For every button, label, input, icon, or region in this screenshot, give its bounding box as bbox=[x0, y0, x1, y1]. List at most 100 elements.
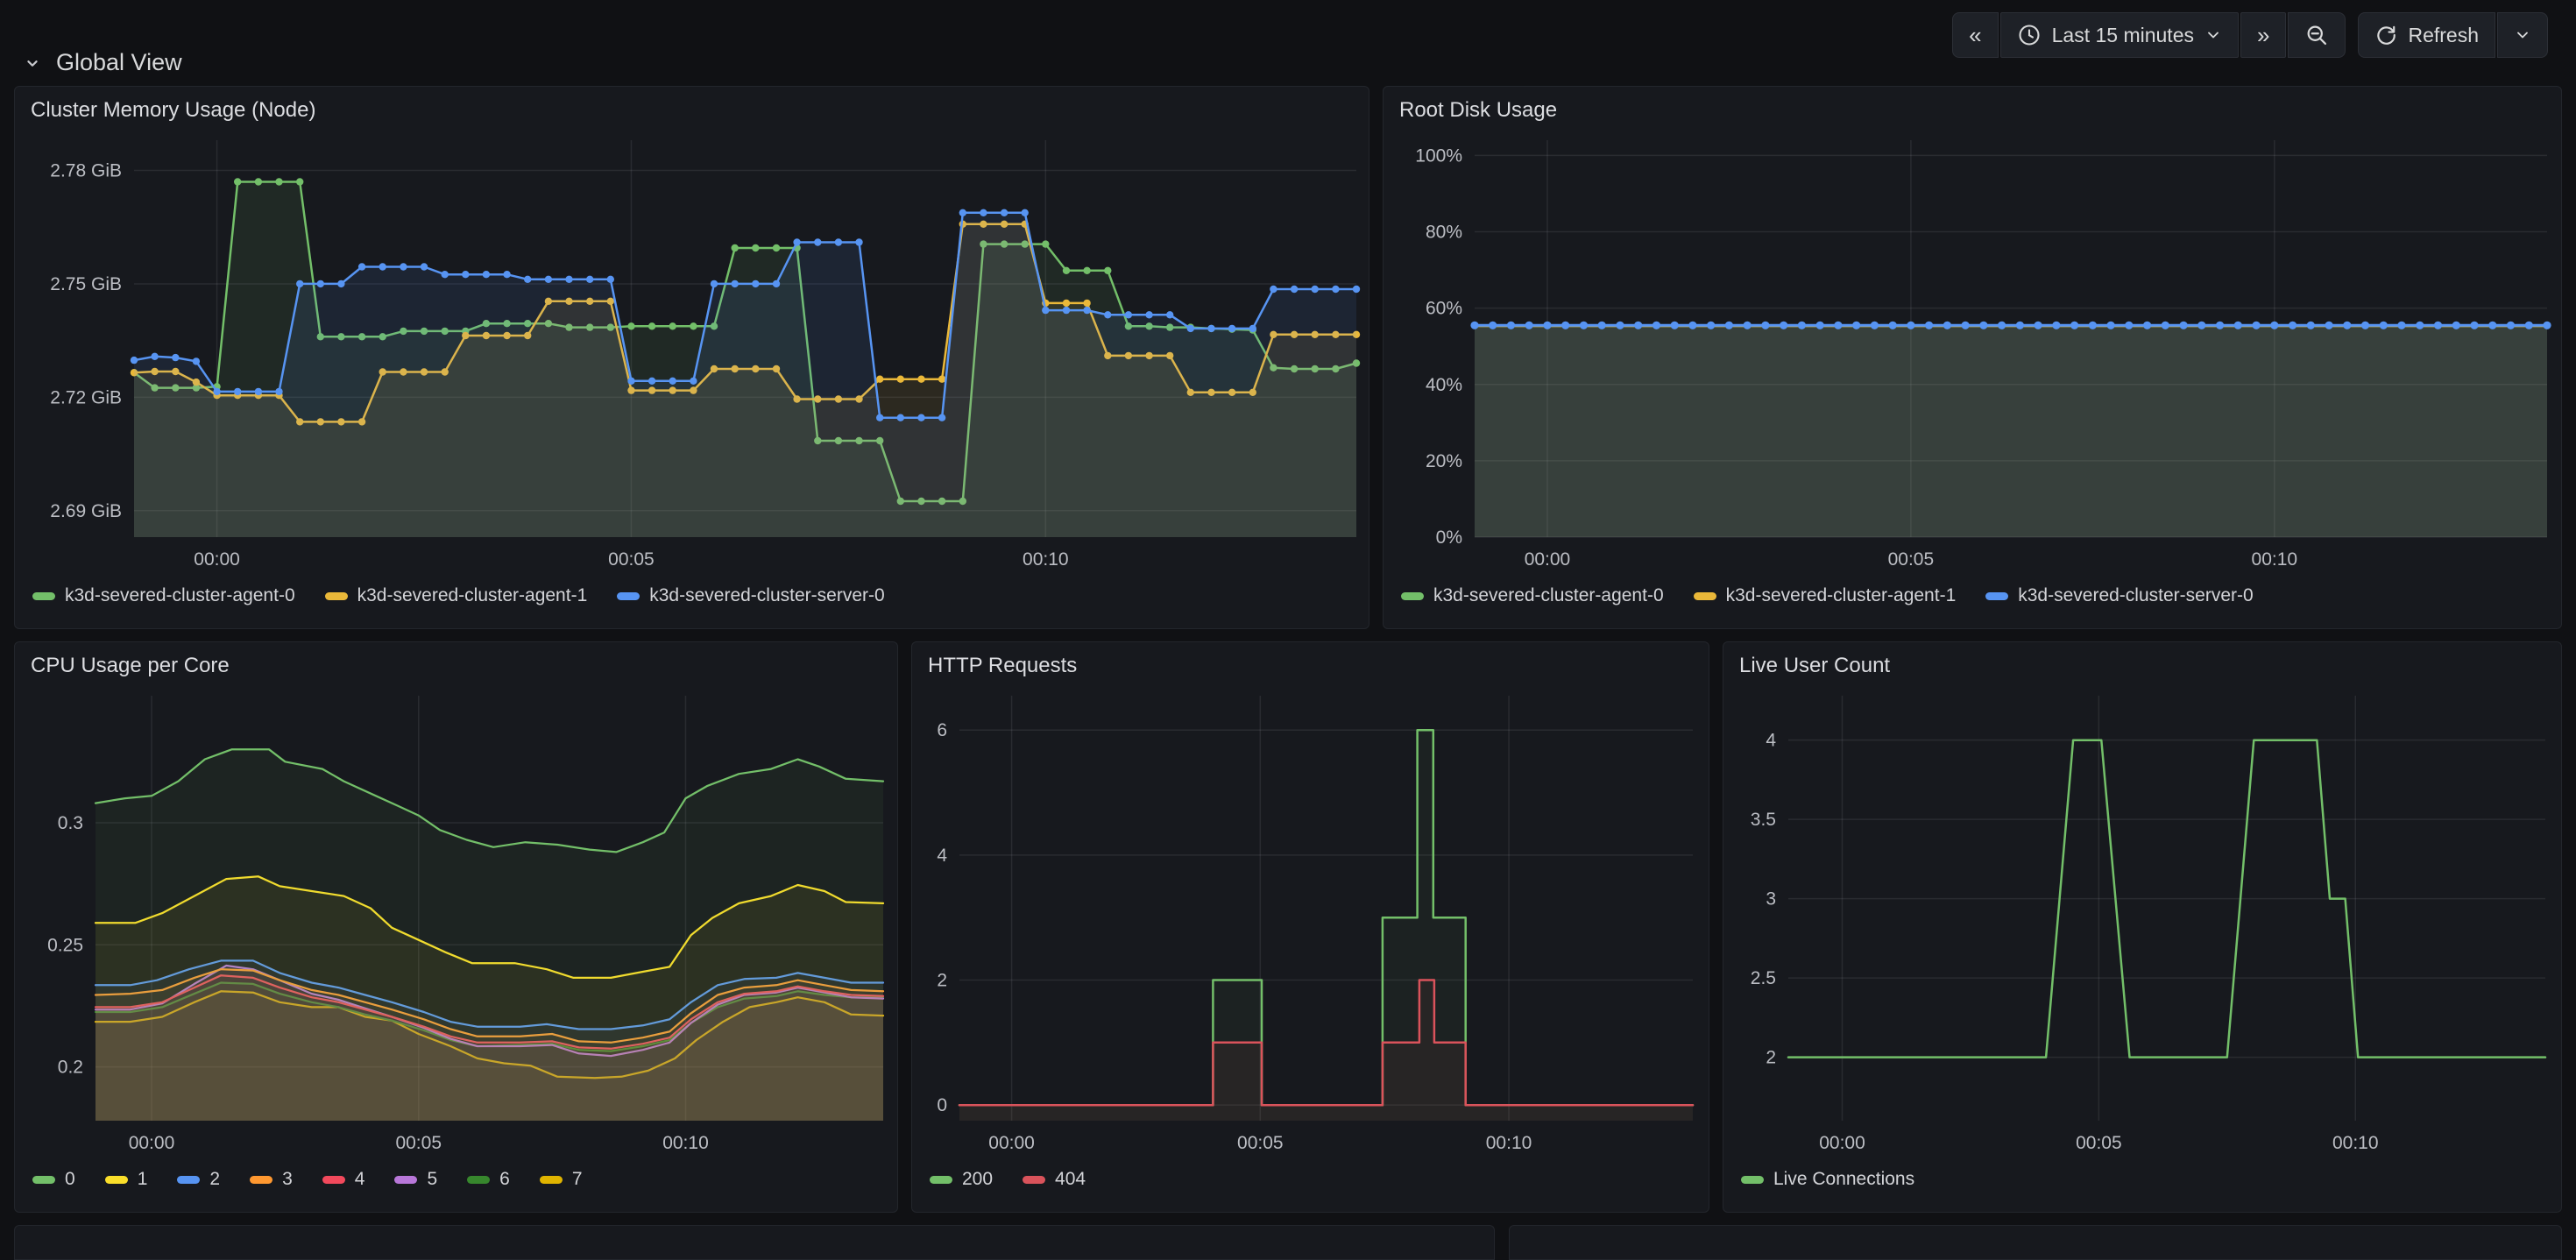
http-legend: 200 404 bbox=[912, 1157, 1709, 1212]
x-tick-label: 00:05 bbox=[608, 549, 655, 570]
legend-series-label: 6 bbox=[499, 1169, 510, 1190]
legend-series-swatch bbox=[394, 1176, 417, 1184]
y-tick-label: 2.75 GiB bbox=[50, 274, 122, 294]
legend-series-swatch bbox=[32, 1176, 55, 1184]
legend-item[interactable]: 404 bbox=[1023, 1169, 1086, 1190]
zoom-out-button[interactable] bbox=[2288, 12, 2346, 58]
legend-series-swatch bbox=[1741, 1176, 1764, 1184]
time-shift-forward-button[interactable]: » bbox=[2240, 12, 2286, 58]
http-chart-canvas[interactable]: 00:0000:0500:100246 bbox=[912, 682, 1709, 1157]
time-range-picker-button[interactable]: Last 15 minutes bbox=[2000, 12, 2239, 58]
panel-partial-right bbox=[1509, 1225, 2562, 1260]
y-tick-label: 2.69 GiB bbox=[50, 501, 122, 521]
y-tick-label: 4 bbox=[1766, 731, 1776, 751]
legend-series-label: k3d-severed-cluster-agent-1 bbox=[357, 585, 588, 606]
legend-item[interactable]: 1 bbox=[105, 1169, 148, 1190]
x-tick-label: 00:00 bbox=[129, 1133, 175, 1153]
legend-series-swatch bbox=[250, 1176, 272, 1184]
refresh-button[interactable]: Refresh bbox=[2358, 12, 2495, 58]
cpu-legend: 0 1 2 3 4 5 6 7 bbox=[15, 1157, 897, 1212]
y-tick-label: 6 bbox=[937, 720, 947, 740]
panel-title[interactable]: Cluster Memory Usage (Node) bbox=[15, 87, 1369, 126]
legend-item[interactable]: 3 bbox=[250, 1169, 293, 1190]
legend-series-label: 7 bbox=[572, 1169, 583, 1190]
panel-title[interactable]: CPU Usage per Core bbox=[15, 642, 897, 682]
legend-series-swatch bbox=[617, 592, 640, 600]
panel-live-users: Live User Count 00:0000:0500:1022.533.54… bbox=[1723, 641, 2562, 1213]
section-title: Global View bbox=[56, 49, 182, 76]
x-tick-label: 00:10 bbox=[2252, 549, 2298, 570]
legend-series-swatch bbox=[105, 1176, 128, 1184]
legend-item[interactable]: k3d-severed-cluster-agent-0 bbox=[32, 585, 295, 606]
x-tick-label: 00:00 bbox=[988, 1133, 1035, 1153]
legend-series-swatch bbox=[540, 1176, 563, 1184]
legend-series-label: k3d-severed-cluster-agent-0 bbox=[65, 585, 295, 606]
memory-chart-canvas[interactable]: 00:0000:0500:102.69 GiB2.72 GiB2.75 GiB2… bbox=[15, 126, 1369, 574]
y-tick-label: 2 bbox=[937, 971, 947, 991]
legend-series-label: 404 bbox=[1055, 1169, 1086, 1190]
legend-item[interactable]: 0 bbox=[32, 1169, 75, 1190]
legend-series-swatch bbox=[467, 1176, 490, 1184]
panel-http-requests: HTTP Requests 00:0000:0500:100246 200404 bbox=[911, 641, 1709, 1213]
row-global-view[interactable]: Global View bbox=[23, 49, 182, 76]
x-tick-label: 00:05 bbox=[2076, 1133, 2122, 1153]
y-tick-label: 20% bbox=[1426, 451, 1462, 471]
chevron-down-icon bbox=[2204, 26, 2222, 44]
y-tick-label: 3.5 bbox=[1751, 810, 1776, 830]
legend-item[interactable]: k3d-severed-cluster-agent-1 bbox=[325, 585, 588, 606]
refresh-interval-button[interactable] bbox=[2497, 12, 2548, 58]
legend-series-label: 4 bbox=[355, 1169, 365, 1190]
legend-item[interactable]: k3d-severed-cluster-agent-1 bbox=[1694, 585, 1957, 606]
refresh-icon bbox=[2374, 24, 2397, 46]
time-shift-back-button[interactable]: « bbox=[1952, 12, 1998, 58]
legend-series-swatch bbox=[1985, 592, 2008, 600]
cpu-chart-canvas[interactable]: 00:0000:0500:100.20.250.3 bbox=[15, 682, 897, 1157]
panel-title[interactable]: HTTP Requests bbox=[912, 642, 1709, 682]
dashboard-toolbar: « Last 15 minutes » bbox=[1952, 12, 2548, 58]
memory-legend: k3d-severed-cluster-agent-0 k3d-severed-c… bbox=[15, 574, 1369, 628]
y-tick-label: 4 bbox=[937, 846, 947, 866]
disk-chart-canvas[interactable]: 00:0000:0500:100%20%40%60%80%100% bbox=[1384, 126, 2561, 574]
y-tick-label: 80% bbox=[1426, 223, 1462, 243]
y-tick-label: 0.2 bbox=[58, 1058, 83, 1078]
x-tick-label: 00:05 bbox=[1888, 549, 1935, 570]
legend-series-label: 3 bbox=[282, 1169, 293, 1190]
legend-series-swatch bbox=[177, 1176, 200, 1184]
legend-item[interactable]: 2 bbox=[177, 1169, 220, 1190]
y-tick-label: 40% bbox=[1426, 375, 1462, 395]
legend-series-swatch bbox=[1401, 592, 1424, 600]
legend-item[interactable]: k3d-severed-cluster-server-0 bbox=[617, 585, 884, 606]
clock-icon bbox=[2017, 23, 2042, 47]
live-legend: Live Connections bbox=[1723, 1157, 2561, 1212]
panel-title[interactable]: Live User Count bbox=[1723, 642, 2561, 682]
live-chart-canvas[interactable]: 00:0000:0500:1022.533.54 bbox=[1723, 682, 2561, 1157]
legend-series-label: k3d-severed-cluster-server-0 bbox=[649, 585, 884, 606]
legend-item[interactable]: 5 bbox=[394, 1169, 437, 1190]
panel-partial-left bbox=[14, 1225, 1495, 1260]
refresh-controls: Refresh bbox=[2358, 12, 2548, 58]
legend-item[interactable]: k3d-severed-cluster-server-0 bbox=[1985, 585, 2253, 606]
legend-series-swatch bbox=[1694, 592, 1716, 600]
panel-cpu-usage: CPU Usage per Core 00:0000:0500:100.20.2… bbox=[14, 641, 898, 1213]
legend-series-swatch bbox=[32, 592, 55, 600]
x-tick-label: 00:10 bbox=[1486, 1133, 1532, 1153]
legend-series-swatch bbox=[930, 1176, 952, 1184]
legend-series-swatch bbox=[1023, 1176, 1045, 1184]
legend-item[interactable]: 6 bbox=[467, 1169, 510, 1190]
panel-root-disk: Root Disk Usage 00:0000:0500:100%20%40%6… bbox=[1383, 86, 2562, 629]
legend-series-label: k3d-severed-cluster-server-0 bbox=[2018, 585, 2253, 606]
legend-item[interactable]: Live Connections bbox=[1741, 1169, 1914, 1190]
legend-item[interactable]: k3d-severed-cluster-agent-0 bbox=[1401, 585, 1664, 606]
panel-title[interactable]: Root Disk Usage bbox=[1384, 87, 2561, 126]
x-tick-label: 00:05 bbox=[1237, 1133, 1284, 1153]
x-tick-label: 00:05 bbox=[395, 1133, 442, 1153]
legend-item[interactable]: 200 bbox=[930, 1169, 993, 1190]
legend-series-label: 200 bbox=[962, 1169, 993, 1190]
y-tick-label: 0% bbox=[1436, 527, 1462, 548]
chevrons-right-icon: » bbox=[2257, 24, 2269, 46]
y-tick-label: 2 bbox=[1766, 1048, 1776, 1068]
legend-item[interactable]: 4 bbox=[322, 1169, 365, 1190]
chevron-down-icon bbox=[2514, 26, 2531, 44]
legend-series-label: 2 bbox=[209, 1169, 220, 1190]
legend-item[interactable]: 7 bbox=[540, 1169, 583, 1190]
